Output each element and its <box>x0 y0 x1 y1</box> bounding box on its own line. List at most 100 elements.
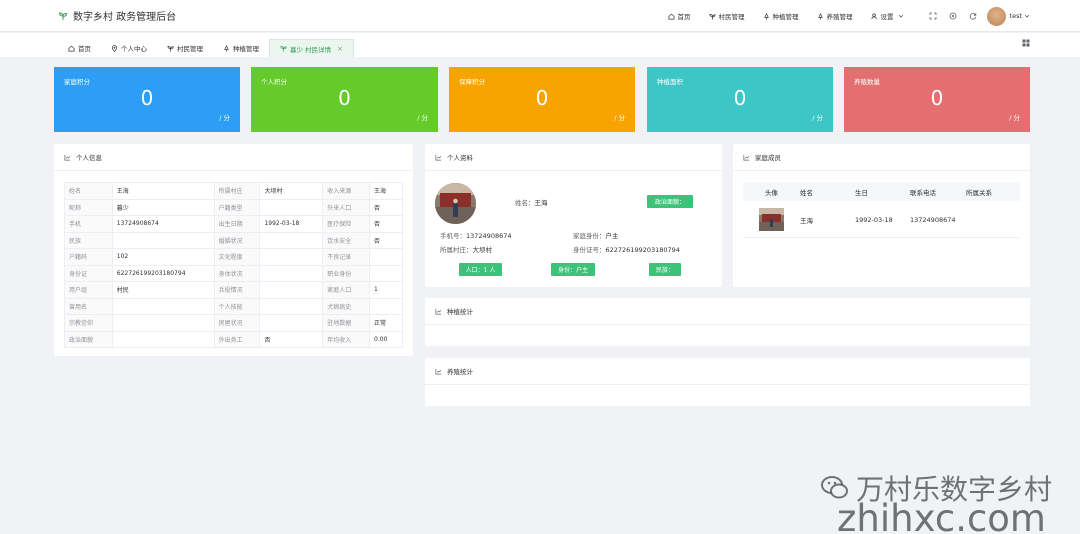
field-value <box>369 264 403 282</box>
stat-card-security-points[interactable]: 保障积分 0 / 分 <box>449 67 635 132</box>
nav-villager-management[interactable]: 村民管理 <box>709 11 745 21</box>
table-row: 手机 13724908674 出生日期 1992-03-18 医疗保险否 <box>64 215 403 233</box>
table-row: 姓名 王海 所属村庄 大坝村 收入来源 王海 <box>64 182 403 200</box>
field-label: 户籍码 <box>64 248 113 266</box>
field-value <box>111 297 215 315</box>
field-value <box>111 231 215 249</box>
column-header: 所属关系 <box>966 188 992 197</box>
stat-value: 0 <box>338 86 351 110</box>
field-label: 户籍类型 <box>213 198 261 216</box>
stat-card-personal-points[interactable]: 个人积分 0 / 分 <box>251 67 438 132</box>
user-avatar[interactable] <box>986 6 1006 26</box>
tab-villager-management[interactable]: 村民管理 <box>157 39 213 57</box>
tab-home[interactable]: 首页 <box>58 39 101 57</box>
tree-icon <box>224 44 229 52</box>
field-value: 否 <box>259 330 324 348</box>
stat-card-breeding-count[interactable]: 养殖数量 0 / 分 <box>844 67 1030 132</box>
table-row: 昵称 暮少 户籍类型 外来人口否 <box>64 198 403 216</box>
panel-header: 养殖统计 <box>425 358 1030 385</box>
column-header: 联系电话 <box>910 188 936 197</box>
field-label: 外来人口 <box>322 198 371 216</box>
stat-unit: / 分 <box>614 114 625 122</box>
panel-title: 种植统计 <box>447 308 473 316</box>
tree-icon <box>817 12 823 20</box>
phone-label: 手机号： <box>440 232 466 240</box>
column-header: 姓名 <box>800 188 813 197</box>
nav-settings[interactable]: 设置 <box>871 11 907 21</box>
field-value: 622726199203180794 <box>111 264 215 282</box>
stat-label: 保障积分 <box>459 78 485 86</box>
stat-card-planting-area[interactable]: 种植面积 0 / 分 <box>647 67 833 132</box>
field-label: 不良记录 <box>322 248 371 266</box>
tab-villager-detail[interactable]: 暮少 村民详情 × <box>269 39 354 57</box>
field-label: 文化程度 <box>213 248 261 266</box>
field-value: 0.00 <box>369 330 403 348</box>
field-label: 兵役情况 <box>213 281 261 299</box>
field-label: 收入来源 <box>322 182 371 200</box>
stat-value: 0 <box>930 86 944 110</box>
chart-icon <box>743 154 750 160</box>
field-label: 所属村庄 <box>213 182 261 200</box>
user-gear-icon <box>871 13 877 19</box>
tab-planting-management[interactable]: 种植管理 <box>213 39 269 57</box>
field-label: 职业身份 <box>322 264 371 282</box>
top-nav: 首页 村民管理 种植管理 养殖管理 设置 test <box>650 0 1030 32</box>
nav-villager-label: 村民管理 <box>718 13 745 21</box>
field-label: 民族 <box>64 231 113 249</box>
field-value: 王海 <box>369 182 403 200</box>
panel-header: 种植统计 <box>425 298 1030 325</box>
panel-title: 养殖统计 <box>447 368 473 376</box>
chevron-down-icon <box>898 15 903 18</box>
planting-stats-panel: 种植统计 <box>425 298 1030 346</box>
name-value: 王海 <box>534 199 548 207</box>
stat-value: 0 <box>535 86 549 110</box>
theme-icon[interactable] <box>949 12 957 20</box>
field-value <box>111 330 215 348</box>
table-row[interactable]: 王海 1992-03-18 13724908674 <box>743 202 1020 238</box>
stat-label: 个人积分 <box>261 78 287 86</box>
family-members-panel: 家庭成员 头像 姓名 生日 联系电话 所属关系 王海 1992-03-18 13… <box>733 144 1030 287</box>
nav-home[interactable]: 首页 <box>668 11 691 21</box>
family-table-header: 头像 姓名 生日 联系电话 所属关系 <box>743 182 1020 201</box>
field-value: 102 <box>111 248 215 266</box>
profile-id-number: 身份证号：622726199203180794 <box>573 244 680 254</box>
user-name[interactable]: test <box>1010 12 1022 20</box>
stat-value: 0 <box>140 86 154 110</box>
tab-villager-label: 村民管理 <box>177 45 203 53</box>
field-value <box>259 314 324 332</box>
field-value <box>369 248 403 266</box>
nav-planting-management[interactable]: 种植管理 <box>763 11 799 21</box>
nav-home-label: 首页 <box>677 13 691 21</box>
field-label: 犬病病史 <box>322 297 371 315</box>
stat-label: 家庭积分 <box>64 78 90 86</box>
field-value: 13724908674 <box>111 215 215 233</box>
tab-planting-label: 种植管理 <box>233 45 259 53</box>
stat-card-family-points[interactable]: 家庭积分 0 / 分 <box>54 67 240 132</box>
field-value: 1992-03-18 <box>259 215 324 233</box>
field-value <box>259 264 324 282</box>
table-row: 用户组 村民 兵役情况 家庭人口 1 <box>64 281 403 299</box>
logo[interactable]: 数字乡村 政务管理后台 <box>58 8 176 23</box>
chart-icon <box>64 154 71 160</box>
close-icon[interactable]: × <box>337 45 343 53</box>
tab-personal-center[interactable]: 个人中心 <box>101 39 157 57</box>
member-avatar-image <box>759 208 784 231</box>
fullscreen-icon[interactable] <box>929 12 937 20</box>
field-label: 手机 <box>64 215 113 233</box>
village-label: 所属村庄： <box>440 246 473 254</box>
field-value <box>259 248 324 266</box>
grid-menu-icon[interactable] <box>1022 39 1030 47</box>
nav-breeding-management[interactable]: 养殖管理 <box>817 11 853 21</box>
profile-village: 所属村庄：大坝村 <box>440 244 492 254</box>
ethnicity-tag: 民族： <box>649 263 681 276</box>
chart-icon <box>435 154 442 160</box>
tab-villager-detail-label: 暮少 村民详情 <box>290 45 332 54</box>
personal-info-table: 姓名 王海 所属村庄 大坝村 收入来源 王海 昵称 暮少 户籍类型 外来人口否 手机 137249… <box>64 182 403 348</box>
top-header: 数字乡村 政务管理后台 首页 村民管理 种植管理 养殖管理 设置 test <box>0 0 1080 32</box>
field-value <box>259 297 324 315</box>
field-value <box>259 231 324 249</box>
table-row: 民族 婚姻状况 饮水安全否 <box>64 231 403 249</box>
refresh-icon[interactable] <box>969 12 977 20</box>
nav-settings-label: 设置 <box>880 13 894 21</box>
field-label: 用户组 <box>64 281 113 299</box>
